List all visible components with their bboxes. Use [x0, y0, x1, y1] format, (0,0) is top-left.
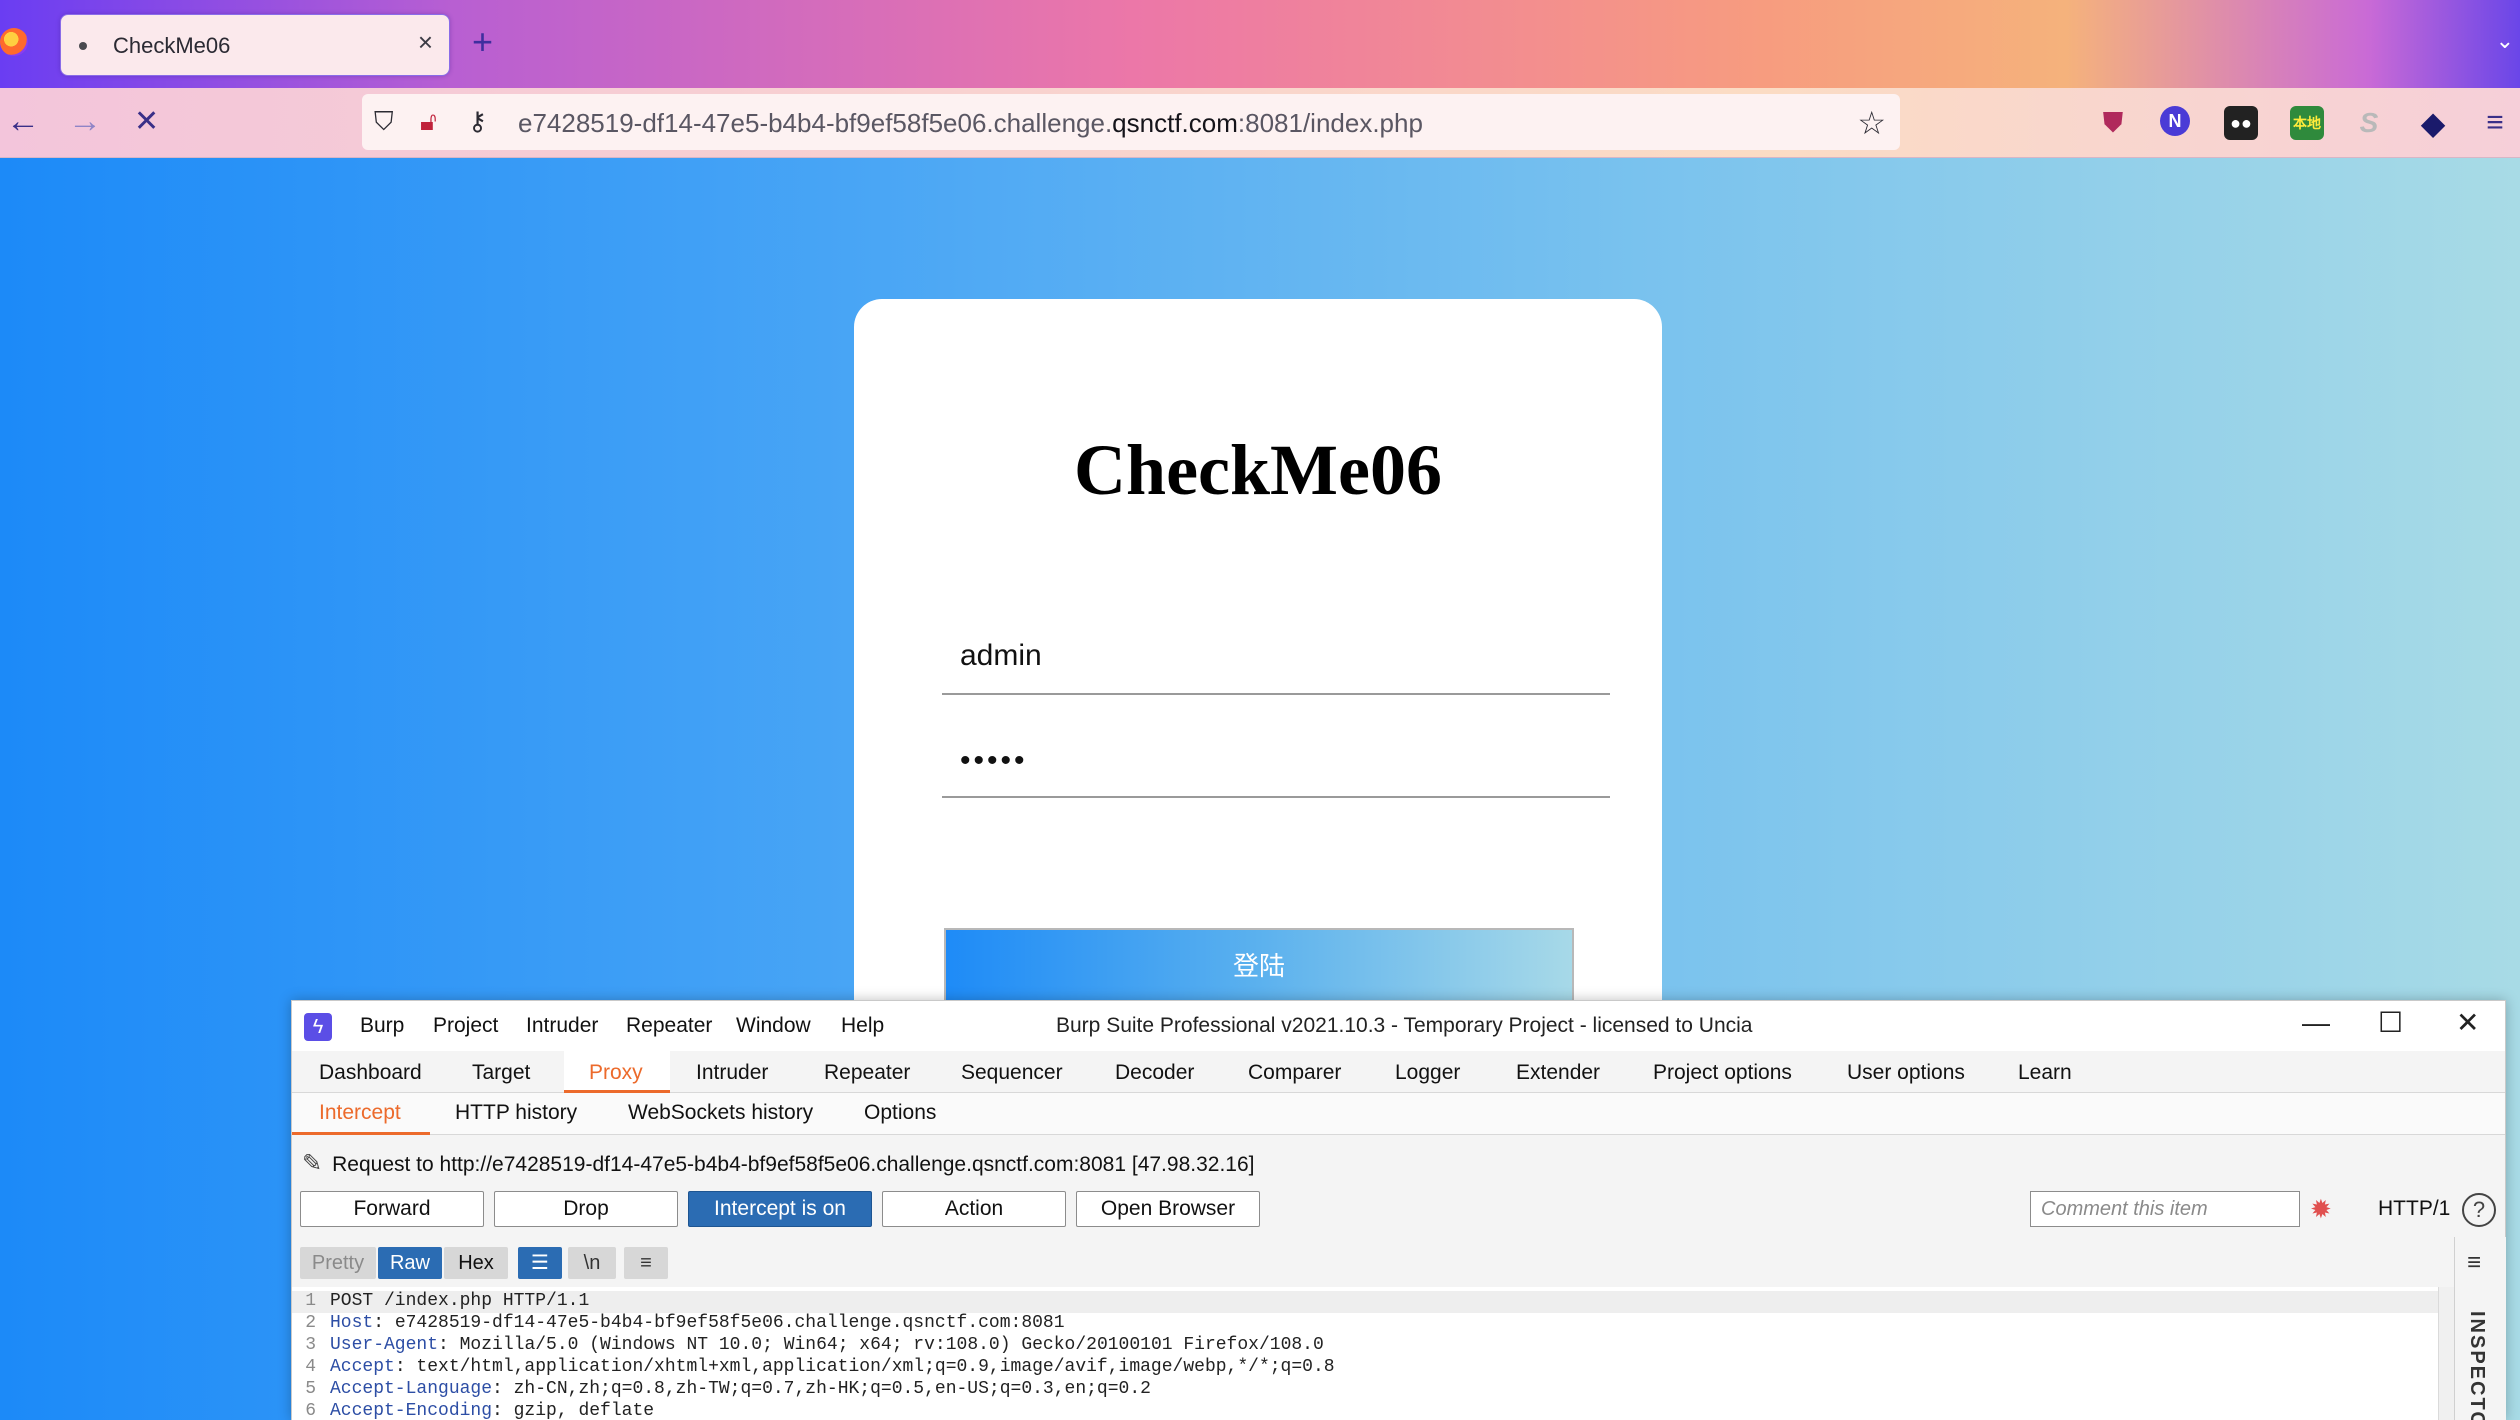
tab-intruder[interactable]: Intruder	[696, 1061, 768, 1085]
tab-learn[interactable]: Learn	[2018, 1061, 2072, 1085]
forward-button[interactable]: Forward	[300, 1191, 484, 1227]
menu-project[interactable]: Project	[433, 1014, 498, 1038]
tab-close-icon[interactable]: ×	[418, 29, 433, 55]
tab-decoder[interactable]: Decoder	[1115, 1061, 1194, 1085]
close-window-button[interactable]: ✕	[2456, 1009, 2479, 1037]
browser-tab-strip: CheckMe06 × + ⌄	[0, 0, 2520, 88]
extension-glasses-icon[interactable]: ●●	[2224, 106, 2258, 140]
tab-extender[interactable]: Extender	[1516, 1061, 1600, 1085]
action-button[interactable]: Action	[882, 1191, 1066, 1227]
highlight-color-icon[interactable]: ✹	[2310, 1194, 2332, 1225]
browser-nav-bar: ← → ✕ ⛉ 🔓︎ ⚷ e7428519-df14-47e5-b4b4-bf9…	[0, 88, 2520, 158]
drop-button[interactable]: Drop	[494, 1191, 678, 1227]
pencil-icon[interactable]: ✎	[302, 1149, 322, 1178]
message-editor-toolbar: Pretty Raw Hex ☰ \n ≡	[292, 1237, 2454, 1279]
extension-n-icon[interactable]: N	[2160, 106, 2190, 136]
burp-suite-window: ϟ Burp Project Intruder Repeater Window …	[291, 1000, 2506, 1420]
url-text[interactable]: e7428519-df14-47e5-b4b4-bf9ef58f5e06.cha…	[518, 108, 1423, 139]
request-editor[interactable]: 1 POST /index.php HTTP/1.1 2 Host: e7428…	[292, 1287, 2454, 1420]
inspector-label[interactable]: INSPECTOR	[2465, 1311, 2488, 1420]
burp-main-tabs: Dashboard Target Proxy Intruder Repeater…	[292, 1051, 2505, 1093]
app-menu-icon[interactable]: ≡	[2478, 106, 2512, 140]
inspector-menu-icon[interactable]: ≡	[2467, 1249, 2481, 1277]
extension-local-icon[interactable]: 本地	[2290, 106, 2324, 140]
pretty-view-button[interactable]: Pretty	[300, 1247, 376, 1279]
tab-loading-icon	[79, 42, 87, 50]
comment-input[interactable]: Comment this item	[2030, 1191, 2300, 1227]
maximize-button[interactable]: ☐	[2378, 1009, 2403, 1037]
menu-help[interactable]: Help	[841, 1014, 884, 1038]
request-target-line: ✎ Request to http://e7428519-df14-47e5-b4…	[302, 1149, 1254, 1178]
show-newlines-button[interactable]: \n	[568, 1247, 616, 1279]
tab-user-options[interactable]: User options	[1847, 1061, 1965, 1085]
stop-button[interactable]: ✕	[134, 107, 159, 137]
request-line-4[interactable]: 4 Accept: text/html,application/xhtml+xm…	[292, 1357, 2438, 1379]
open-browser-button[interactable]: Open Browser	[1076, 1191, 1260, 1227]
http-version-label[interactable]: HTTP/1	[2378, 1197, 2450, 1221]
tab-repeater[interactable]: Repeater	[824, 1061, 910, 1085]
browser-tab-active[interactable]: CheckMe06 ×	[60, 14, 450, 76]
tracking-shield-icon[interactable]: ⛉	[374, 108, 394, 134]
burp-logo-icon: ϟ	[304, 1013, 332, 1041]
forward-button[interactable]: →	[68, 104, 102, 138]
new-tab-button[interactable]: +	[472, 24, 493, 60]
menu-intruder[interactable]: Intruder	[526, 1014, 598, 1038]
subtab-intercept[interactable]: Intercept	[319, 1101, 401, 1125]
hex-view-button[interactable]: Hex	[444, 1247, 508, 1279]
tab-title: CheckMe06	[113, 33, 231, 58]
inspector-panel[interactable]: ≡ INSPECTOR	[2454, 1237, 2506, 1420]
username-value: admin	[960, 639, 1042, 672]
tab-proxy[interactable]: Proxy	[589, 1061, 643, 1085]
tab-target[interactable]: Target	[472, 1061, 530, 1085]
extension-layers-icon[interactable]: ◆	[2416, 105, 2450, 141]
menu-repeater[interactable]: Repeater	[626, 1014, 712, 1038]
password-input[interactable]: •••••	[942, 724, 1610, 798]
menu-window[interactable]: Window	[736, 1014, 811, 1038]
extension-s-icon[interactable]: S	[2352, 106, 2386, 140]
page-title: CheckMe06	[1074, 430, 1442, 510]
burp-title-bar: ϟ Burp Project Intruder Repeater Window …	[292, 1001, 2505, 1051]
back-button[interactable]: ←	[6, 104, 40, 138]
tab-sequencer[interactable]: Sequencer	[961, 1061, 1063, 1085]
firefox-logo-icon[interactable]	[0, 28, 28, 56]
request-line-1[interactable]: 1 POST /index.php HTTP/1.1	[292, 1291, 2438, 1313]
username-input[interactable]: admin	[942, 621, 1610, 695]
proxy-sub-tabs: Intercept HTTP history WebSockets histor…	[292, 1093, 2505, 1135]
tab-comparer[interactable]: Comparer	[1248, 1061, 1341, 1085]
subtab-http-history[interactable]: HTTP history	[455, 1101, 577, 1125]
subtab-options[interactable]: Options	[864, 1101, 936, 1125]
request-target-text: Request to http://e7428519-df14-47e5-b4b…	[332, 1153, 1255, 1176]
login-button[interactable]: 登陆	[944, 928, 1574, 1006]
password-value: •••••	[960, 744, 1028, 777]
tab-list-chevron-icon[interactable]: ⌄	[2496, 28, 2514, 54]
editor-scrollbar[interactable]	[2438, 1287, 2454, 1420]
request-line-2[interactable]: 2 Host: e7428519-df14-47e5-b4b4-bf9ef58f…	[292, 1313, 2438, 1335]
key-icon[interactable]: ⚷	[468, 108, 487, 134]
insecure-lock-icon[interactable]: 🔓︎	[420, 108, 437, 134]
editor-menu-icon[interactable]: ≡	[624, 1247, 668, 1279]
help-icon[interactable]: ?	[2462, 1193, 2496, 1227]
tab-dashboard[interactable]: Dashboard	[319, 1061, 422, 1085]
word-wrap-icon[interactable]: ☰	[518, 1247, 562, 1279]
request-line-6[interactable]: 6 Accept-Encoding: gzip, deflate	[292, 1401, 2438, 1420]
subtab-websockets-history[interactable]: WebSockets history	[628, 1101, 813, 1125]
intercept-underline	[292, 1132, 430, 1135]
intercept-toggle-button[interactable]: Intercept is on	[688, 1191, 872, 1227]
tab-logger[interactable]: Logger	[1395, 1061, 1460, 1085]
url-bar[interactable]: ⛉ 🔓︎ ⚷ e7428519-df14-47e5-b4b4-bf9ef58f5…	[362, 94, 1900, 150]
raw-view-button[interactable]: Raw	[378, 1247, 442, 1279]
minimize-button[interactable]: —	[2302, 1009, 2330, 1037]
pocket-icon[interactable]: ⛊	[2096, 106, 2130, 140]
menu-burp[interactable]: Burp	[360, 1014, 404, 1038]
tab-project-options[interactable]: Project options	[1653, 1061, 1792, 1085]
burp-window-title: Burp Suite Professional v2021.10.3 - Tem…	[1056, 1014, 1753, 1037]
request-line-5[interactable]: 5 Accept-Language: zh-CN,zh;q=0.8,zh-TW;…	[292, 1379, 2438, 1401]
request-line-3[interactable]: 3 User-Agent: Mozilla/5.0 (Windows NT 10…	[292, 1335, 2438, 1357]
bookmark-star-icon[interactable]: ☆	[1857, 104, 1886, 142]
